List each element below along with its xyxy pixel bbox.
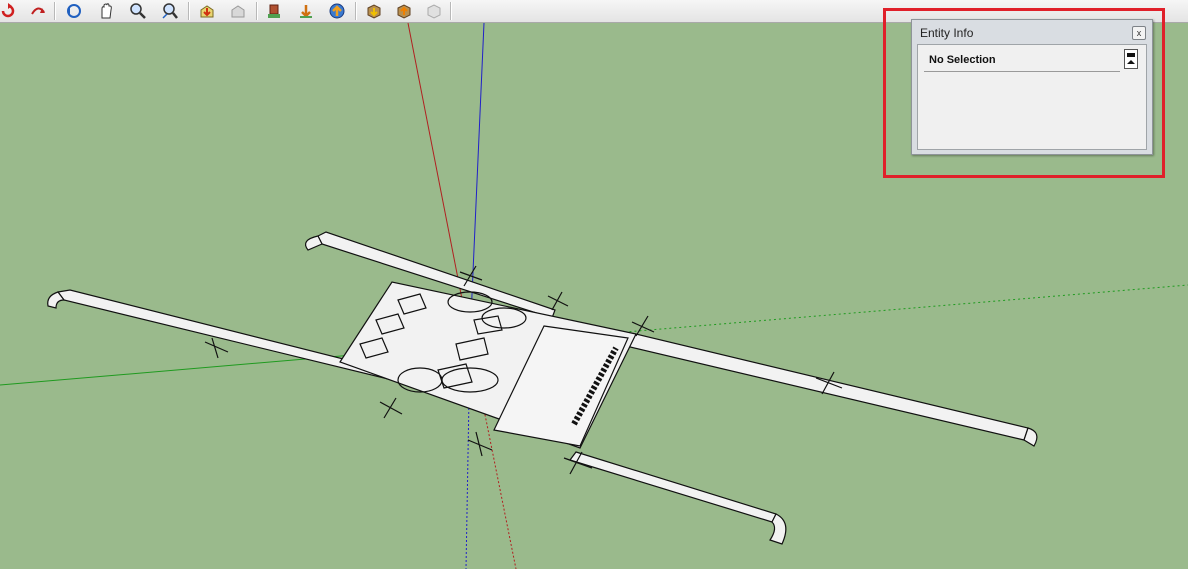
get-component-icon[interactable] [362,0,386,21]
pan-icon[interactable] [94,0,118,21]
share-model-icon[interactable] [226,0,250,21]
toggle-terrain-icon[interactable] [325,0,349,21]
airport-model[interactable] [47,231,1038,545]
add-location-icon[interactable] [294,0,318,21]
undo-icon[interactable] [0,0,20,21]
place-model-icon[interactable] [262,0,286,21]
right-taxiway [625,333,1029,441]
orbit-tool-icon[interactable] [62,0,86,21]
lower-taxiway [569,451,777,523]
highlight-frame [883,8,1165,178]
warehouse-icon[interactable] [422,0,446,21]
zoom-extents-icon[interactable] [158,0,182,21]
get-models-icon[interactable] [195,0,219,21]
zoom-icon[interactable] [126,0,150,21]
share-component-icon[interactable] [392,0,416,21]
orbit-icon[interactable] [26,0,50,21]
